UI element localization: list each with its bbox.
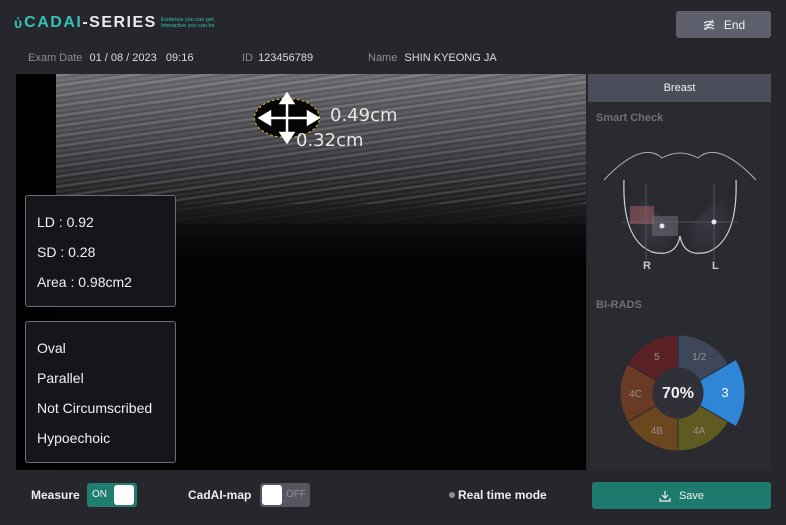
brand-logo: ὐ CADAI-SERIES Evidence you can get, Int… (14, 14, 231, 32)
smart-check-title: Smart Check (596, 112, 664, 124)
measure-toggle-knob (114, 485, 134, 505)
feature-shape: Oval (37, 340, 66, 356)
sd-value: SD : 0.28 (37, 244, 96, 260)
birads-title: BI-RADS (596, 299, 642, 311)
realtime-mode-label[interactable]: Real time mode (458, 488, 547, 502)
birads-segment-label: 4A (693, 426, 706, 437)
exam-id: ID 123456789 (242, 52, 314, 64)
realtime-status-dot[interactable] (449, 492, 455, 498)
save-button-label: Save (678, 489, 705, 502)
exam-date: Exam Date 01 / 08 / 2023 09:16 (28, 52, 194, 64)
ld-value: LD : 0.92 (37, 214, 94, 230)
feature-echo: Hypoechoic (37, 430, 111, 446)
birads-chart[interactable]: 1/2 3 4A 4B 4C 5 70% (616, 330, 752, 458)
logo-tagline: Evidence you can get, Interactive you ca… (160, 17, 215, 29)
measure-toggle-state: ON (92, 489, 107, 500)
birads-segment-label: 5 (654, 352, 660, 363)
app-window: ὐ CADAI-SERIES Evidence you can get, Int… (0, 0, 786, 525)
feature-orientation: Parallel (37, 370, 84, 386)
breast-diagram[interactable] (602, 140, 758, 272)
birads-segment-label: 1/2 (692, 352, 706, 363)
patient-name: Name SHIN KYEONG JA (368, 52, 497, 64)
short-axis-measure: 0.32cm (296, 130, 364, 151)
measure-toggle[interactable]: ON (87, 483, 137, 507)
long-axis-measure: 0.49cm (330, 105, 398, 126)
cadai-map-label: CadAI-map (188, 488, 252, 502)
cadai-map-toggle-state: OFF (286, 489, 306, 500)
side-panel: Breast Smart Check R L BI-RADS 1/2 3 4A … (588, 74, 771, 470)
save-icon (659, 490, 671, 502)
birads-segment-label: 3 (721, 385, 728, 400)
save-button[interactable]: Save (592, 482, 771, 509)
left-side-label: L (712, 260, 719, 272)
measure-label: Measure (31, 488, 80, 502)
feature-margin: Not Circumscribed (37, 400, 153, 416)
birads-segment-label: 4B (651, 426, 664, 437)
logo-text: CADAI-SERIES (24, 14, 157, 31)
end-button[interactable]: End (676, 11, 771, 38)
birads-center-percent: 70% (662, 385, 694, 402)
area-value: Area : 0.98cm2 (37, 274, 132, 290)
metrics-panel: LD : 0.92 SD : 0.28 Area : 0.98cm2 (25, 195, 176, 307)
end-scan-icon (703, 19, 715, 30)
logo-mark-icon: ὐ (14, 15, 23, 31)
cadai-map-toggle[interactable]: OFF (260, 483, 310, 507)
cadai-map-toggle-knob (262, 485, 282, 505)
end-button-label: End (723, 17, 746, 32)
birads-segment-label: 4C (629, 389, 642, 400)
features-panel: Oval Parallel Not Circumscribed Hypoecho… (25, 321, 176, 463)
right-side-label: R (643, 260, 651, 272)
tab-breast[interactable]: Breast (588, 74, 771, 102)
